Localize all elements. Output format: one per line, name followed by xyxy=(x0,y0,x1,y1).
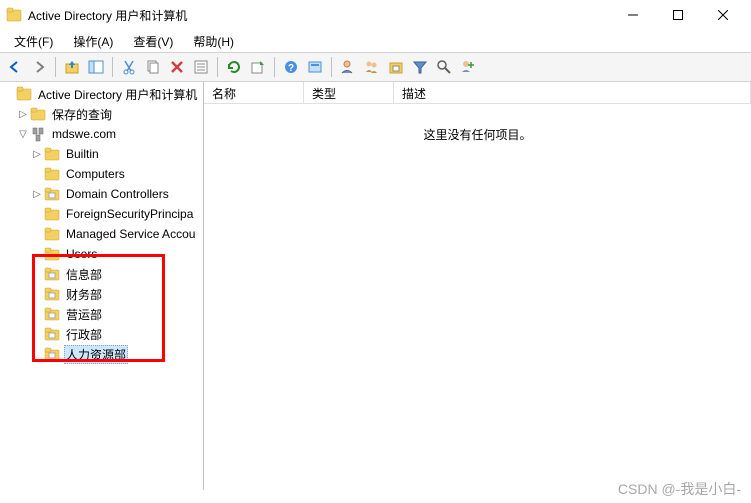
main-area: Active Directory 用户和计算机 ▷ 保存的查询 ▽ mdswe.… xyxy=(0,82,751,490)
back-button[interactable] xyxy=(4,56,26,78)
menu-help[interactable]: 帮助(H) xyxy=(183,31,244,52)
ou-icon xyxy=(44,286,60,302)
menu-bar: 文件(F) 操作(A) 查看(V) 帮助(H) xyxy=(0,30,751,52)
tree-label: 信息部 xyxy=(64,265,104,284)
separator xyxy=(112,57,113,77)
separator xyxy=(55,57,56,77)
ou-icon xyxy=(44,306,60,322)
up-icon[interactable] xyxy=(61,56,83,78)
folder-icon xyxy=(44,146,60,162)
tree-domain[interactable]: ▽ mdswe.com xyxy=(0,124,203,144)
tree-label: mdswe.com xyxy=(50,126,118,142)
tree-domain-controllers[interactable]: ▷ Domain Controllers xyxy=(0,184,203,204)
window-title: Active Directory 用户和计算机 xyxy=(28,7,610,24)
domain-icon xyxy=(30,126,46,142)
column-name[interactable]: 名称 xyxy=(204,82,304,103)
toolbar: ? xyxy=(0,52,751,82)
separator xyxy=(331,57,332,77)
add-user-to-group-icon[interactable] xyxy=(457,56,479,78)
tree-label: 人力资源部 xyxy=(64,345,128,364)
tree-panel[interactable]: Active Directory 用户和计算机 ▷ 保存的查询 ▽ mdswe.… xyxy=(0,82,204,490)
column-description[interactable]: 描述 xyxy=(394,82,751,103)
app-icon xyxy=(6,7,22,23)
window-controls xyxy=(610,1,745,29)
find-icon[interactable] xyxy=(433,56,455,78)
separator xyxy=(274,57,275,77)
cut-icon[interactable] xyxy=(118,56,140,78)
tree-builtin[interactable]: ▷ Builtin xyxy=(0,144,203,164)
filter-icon[interactable] xyxy=(409,56,431,78)
svg-text:?: ? xyxy=(288,63,294,74)
new-user-icon[interactable] xyxy=(337,56,359,78)
tree-label: Builtin xyxy=(64,146,101,162)
watermark: CSDN @-我是小白- xyxy=(618,479,741,499)
tree-ou-admin[interactable]: 行政部 xyxy=(0,324,203,344)
folder-icon xyxy=(44,166,60,182)
show-hide-tree-icon[interactable] xyxy=(85,56,107,78)
ou-icon xyxy=(44,266,60,282)
folder-icon xyxy=(44,246,60,262)
list-panel: 名称 类型 描述 这里没有任何项目。 xyxy=(204,82,751,490)
tree-computers[interactable]: Computers xyxy=(0,164,203,184)
expand-icon[interactable]: ▷ xyxy=(30,189,44,200)
tree-root[interactable]: Active Directory 用户和计算机 xyxy=(0,84,203,104)
tree-label: Users xyxy=(64,246,99,262)
tree-label: Computers xyxy=(64,166,127,182)
tree-ou-operations[interactable]: 营运部 xyxy=(0,304,203,324)
tree-foreign-security-principals[interactable]: ForeignSecurityPrincipa xyxy=(0,204,203,224)
expand-icon[interactable]: ▷ xyxy=(16,109,30,120)
tree-managed-service-accounts[interactable]: Managed Service Accou xyxy=(0,224,203,244)
column-type[interactable]: 类型 xyxy=(304,82,394,103)
new-ou-icon[interactable] xyxy=(385,56,407,78)
folder-icon xyxy=(44,226,60,242)
delete-icon[interactable] xyxy=(166,56,188,78)
refresh-icon[interactable] xyxy=(223,56,245,78)
ou-icon xyxy=(44,346,60,362)
ou-icon xyxy=(44,326,60,342)
tree-saved-queries[interactable]: ▷ 保存的查询 xyxy=(0,104,203,124)
menu-action[interactable]: 操作(A) xyxy=(63,31,123,52)
title-bar: Active Directory 用户和计算机 xyxy=(0,0,751,30)
forward-button[interactable] xyxy=(28,56,50,78)
ou-icon xyxy=(44,186,60,202)
tree-users[interactable]: Users xyxy=(0,244,203,264)
menu-view[interactable]: 查看(V) xyxy=(123,31,183,52)
copy-icon[interactable] xyxy=(142,56,164,78)
folder-icon xyxy=(30,106,46,122)
close-button[interactable] xyxy=(700,1,745,29)
tree-label: 保存的查询 xyxy=(50,105,114,124)
tree-label: Managed Service Accou xyxy=(64,226,197,242)
list-header: 名称 类型 描述 xyxy=(204,82,751,104)
tree-label: 财务部 xyxy=(64,285,104,304)
collapse-icon[interactable]: ▽ xyxy=(16,129,30,140)
maximize-button[interactable] xyxy=(655,1,700,29)
tree-ou-finance[interactable]: 财务部 xyxy=(0,284,203,304)
tree-label: Domain Controllers xyxy=(64,186,171,202)
container-icon[interactable] xyxy=(304,56,326,78)
tree-ou-hr[interactable]: 人力资源部 xyxy=(0,344,203,364)
expand-icon[interactable]: ▷ xyxy=(30,149,44,160)
minimize-button[interactable] xyxy=(610,1,655,29)
new-group-icon[interactable] xyxy=(361,56,383,78)
tree-ou-info[interactable]: 信息部 xyxy=(0,264,203,284)
folder-icon xyxy=(44,206,60,222)
aduc-icon xyxy=(16,86,32,102)
properties-icon[interactable] xyxy=(190,56,212,78)
export-icon[interactable] xyxy=(247,56,269,78)
tree-label: 行政部 xyxy=(64,325,104,344)
separator xyxy=(217,57,218,77)
menu-file[interactable]: 文件(F) xyxy=(4,31,63,52)
empty-message: 这里没有任何项目。 xyxy=(204,126,751,143)
tree-label: ForeignSecurityPrincipa xyxy=(64,206,195,222)
tree-label: Active Directory 用户和计算机 xyxy=(36,85,199,104)
help-icon[interactable]: ? xyxy=(280,56,302,78)
tree-label: 营运部 xyxy=(64,305,104,324)
